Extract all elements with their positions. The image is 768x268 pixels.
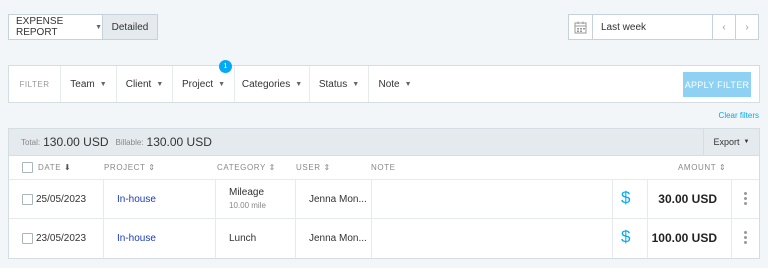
report-type-label: EXPENSE REPORT xyxy=(16,16,64,38)
filter-note-label: Note xyxy=(378,78,400,90)
next-period-button[interactable]: › xyxy=(735,14,759,40)
detailed-view-button[interactable]: Detailed xyxy=(102,14,158,40)
column-divider xyxy=(647,219,648,258)
column-date-label: DATE xyxy=(38,163,62,172)
filter-client[interactable]: Client ▼ xyxy=(117,66,173,102)
filter-team-label: Team xyxy=(70,78,95,90)
row-amount: 100.00 USD xyxy=(651,231,717,245)
table-header: DATE ⬇ PROJECT ⇕ CATEGORY ⇕ USER ⇕ NOTE … xyxy=(9,156,759,180)
billable-value: 130.00 USD xyxy=(146,135,212,149)
column-divider xyxy=(612,180,613,218)
date-range-label: Last week xyxy=(601,21,647,33)
column-user[interactable]: USER ⇕ xyxy=(296,163,331,172)
column-user-label: USER xyxy=(296,163,321,172)
column-divider xyxy=(295,180,296,218)
clear-filters-link[interactable]: Clear filters xyxy=(719,111,759,120)
filter-note[interactable]: Note ▼ xyxy=(369,66,421,102)
billable-dollar-icon[interactable]: $ xyxy=(621,227,630,247)
report-type-dropdown[interactable]: EXPENSE REPORT ▼ xyxy=(8,14,103,40)
column-divider xyxy=(647,180,648,218)
column-divider xyxy=(103,180,104,218)
filter-project-label: Project xyxy=(181,78,214,90)
more-options-icon[interactable] xyxy=(744,192,747,205)
filter-count-badge: 1 xyxy=(219,60,232,73)
column-divider xyxy=(215,219,216,258)
row-amount: 30.00 USD xyxy=(658,192,717,206)
filter-bar: FILTER Team ▼ Client ▼ Project ▼ 1 Categori… xyxy=(8,60,760,103)
chevron-right-icon: › xyxy=(745,21,749,33)
sort-icon: ⇕ xyxy=(323,163,331,172)
total-label: Total: xyxy=(21,137,41,147)
caret-down-icon: ▼ xyxy=(218,80,226,88)
filter-status-label: Status xyxy=(318,78,348,90)
sort-desc-icon: ⬇ xyxy=(63,163,72,172)
row-date: 23/05/2023 xyxy=(36,233,87,244)
filter-categories[interactable]: Categories ▼ xyxy=(235,66,310,102)
sort-icon: ⇕ xyxy=(268,163,276,172)
calendar-icon xyxy=(569,15,593,39)
row-checkbox[interactable] xyxy=(22,233,33,244)
filter-project[interactable]: Project ▼ 1 xyxy=(173,60,235,102)
total-value: 130.00 USD xyxy=(43,135,109,149)
detailed-view-label: Detailed xyxy=(111,21,149,33)
column-amount-label: AMOUNT xyxy=(678,163,717,172)
table-row[interactable]: 23/05/2023 In-house Lunch Jenna Mon... $… xyxy=(9,219,759,258)
row-project-link[interactable]: In-house xyxy=(117,233,156,244)
column-divider xyxy=(371,219,372,258)
column-divider xyxy=(103,219,104,258)
column-divider xyxy=(215,180,216,218)
column-divider xyxy=(612,219,613,258)
apply-filter-button[interactable]: APPLY FILTER xyxy=(683,72,751,97)
row-user: Jenna Mon... xyxy=(309,194,367,205)
row-category: Mileage xyxy=(229,187,265,198)
export-button[interactable]: Export ▼ xyxy=(703,129,759,155)
column-divider xyxy=(371,180,372,218)
sort-icon: ⇕ xyxy=(148,163,156,172)
row-user: Jenna Mon... xyxy=(309,233,367,244)
more-options-icon[interactable] xyxy=(744,231,747,244)
row-project-link[interactable]: In-house xyxy=(117,194,156,205)
caret-down-icon: ▼ xyxy=(743,139,750,145)
column-divider xyxy=(731,219,732,258)
caret-down-icon: ▼ xyxy=(295,80,303,88)
sort-icon: ⇕ xyxy=(718,163,727,172)
column-category[interactable]: CATEGORY ⇕ xyxy=(217,163,276,172)
date-range-picker[interactable]: Last week xyxy=(568,14,714,40)
caret-down-icon: ▼ xyxy=(99,80,107,88)
caret-down-icon: ▼ xyxy=(404,80,412,88)
expense-table: Total: 130.00 USD Billable: 130.00 USD E… xyxy=(8,128,760,259)
filter-team[interactable]: Team ▼ xyxy=(61,66,117,102)
billable-dollar-icon[interactable]: $ xyxy=(621,188,630,208)
previous-period-button[interactable]: ‹ xyxy=(712,14,736,40)
row-category-quantity: 10.00 mile xyxy=(229,201,266,210)
export-label: Export xyxy=(713,137,740,147)
filter-categories-label: Categories xyxy=(241,78,291,90)
filter-title: FILTER xyxy=(9,66,61,102)
filter-client-label: Client xyxy=(125,78,152,90)
chevron-left-icon: ‹ xyxy=(722,21,726,33)
caret-down-icon: ▼ xyxy=(156,80,164,88)
filter-status[interactable]: Status ▼ xyxy=(310,66,369,102)
row-checkbox[interactable] xyxy=(22,194,33,205)
column-project[interactable]: PROJECT ⇕ xyxy=(104,163,156,172)
column-category-label: CATEGORY xyxy=(217,163,266,172)
table-row[interactable]: 25/05/2023 In-house Mileage 10.00 mile J… xyxy=(9,180,759,219)
row-date: 25/05/2023 xyxy=(36,194,87,205)
billable-label: Billable: xyxy=(115,137,144,147)
column-divider xyxy=(295,219,296,258)
column-divider xyxy=(731,180,732,218)
row-category: Lunch xyxy=(229,233,257,244)
column-date[interactable]: DATE ⬇ xyxy=(38,163,71,172)
totals-bar: Total: 130.00 USD Billable: 130.00 USD E… xyxy=(9,129,759,156)
report-toolbar: EXPENSE REPORT ▼ Detailed Last week ‹ › xyxy=(8,14,760,40)
column-amount[interactable]: AMOUNT ⇕ xyxy=(678,163,726,172)
select-all-checkbox[interactable] xyxy=(22,162,33,173)
column-project-label: PROJECT xyxy=(104,163,146,172)
column-note-label: NOTE xyxy=(371,163,396,172)
caret-down-icon: ▼ xyxy=(95,23,102,31)
caret-down-icon: ▼ xyxy=(352,80,360,88)
